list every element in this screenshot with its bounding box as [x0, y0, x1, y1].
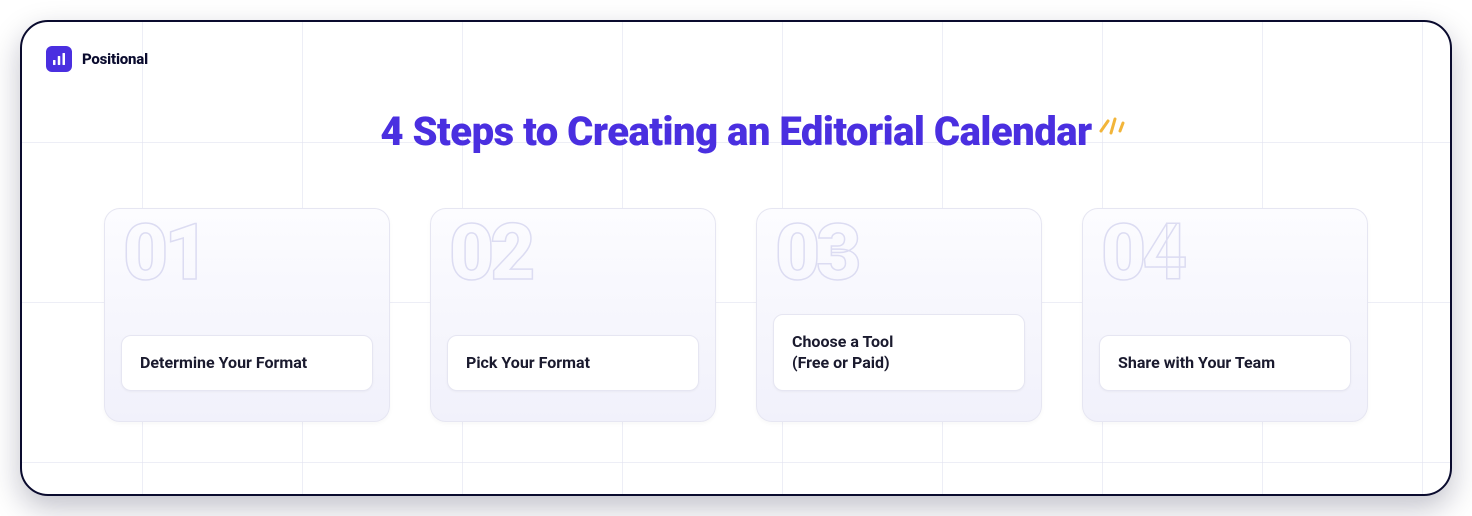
title-wrap: 4 Steps to Creating an Editorial Calenda…	[22, 108, 1450, 155]
brand-logo-icon	[46, 46, 72, 72]
step-number: 02	[449, 215, 531, 293]
step-number: 01	[123, 215, 205, 293]
brand-name: Positional	[82, 50, 148, 68]
step-card-2: 02 Pick Your Format	[430, 208, 716, 422]
step-label-pill: Choose a Tool (Free or Paid)	[773, 314, 1025, 391]
step-label: Determine Your Format	[140, 352, 307, 374]
step-label: Pick Your Format	[466, 352, 590, 374]
step-label-pill: Pick Your Format	[447, 335, 699, 391]
infographic-frame: Positional 4 Steps to Creating an Editor…	[20, 20, 1452, 496]
step-number: 03	[775, 215, 857, 293]
step-card-3: 03 Choose a Tool (Free or Paid)	[756, 208, 1042, 422]
step-label-pill: Determine Your Format	[121, 335, 373, 391]
step-number: 04	[1101, 215, 1183, 293]
sparkle-icon	[1098, 98, 1126, 145]
step-label: Choose a Tool (Free or Paid)	[792, 331, 893, 374]
step-card-1: 01 Determine Your Format	[104, 208, 390, 422]
step-label-pill: Share with Your Team	[1099, 335, 1351, 391]
page-title: 4 Steps to Creating an Editorial Calenda…	[380, 108, 1091, 155]
page-title-text: 4 Steps to Creating an Editorial Calenda…	[380, 108, 1091, 155]
step-label: Share with Your Team	[1118, 352, 1275, 374]
brand: Positional	[46, 46, 148, 72]
step-card-4: 04 Share with Your Team	[1082, 208, 1368, 422]
steps-row: 01 Determine Your Format 02 Pick Your Fo…	[22, 208, 1450, 422]
